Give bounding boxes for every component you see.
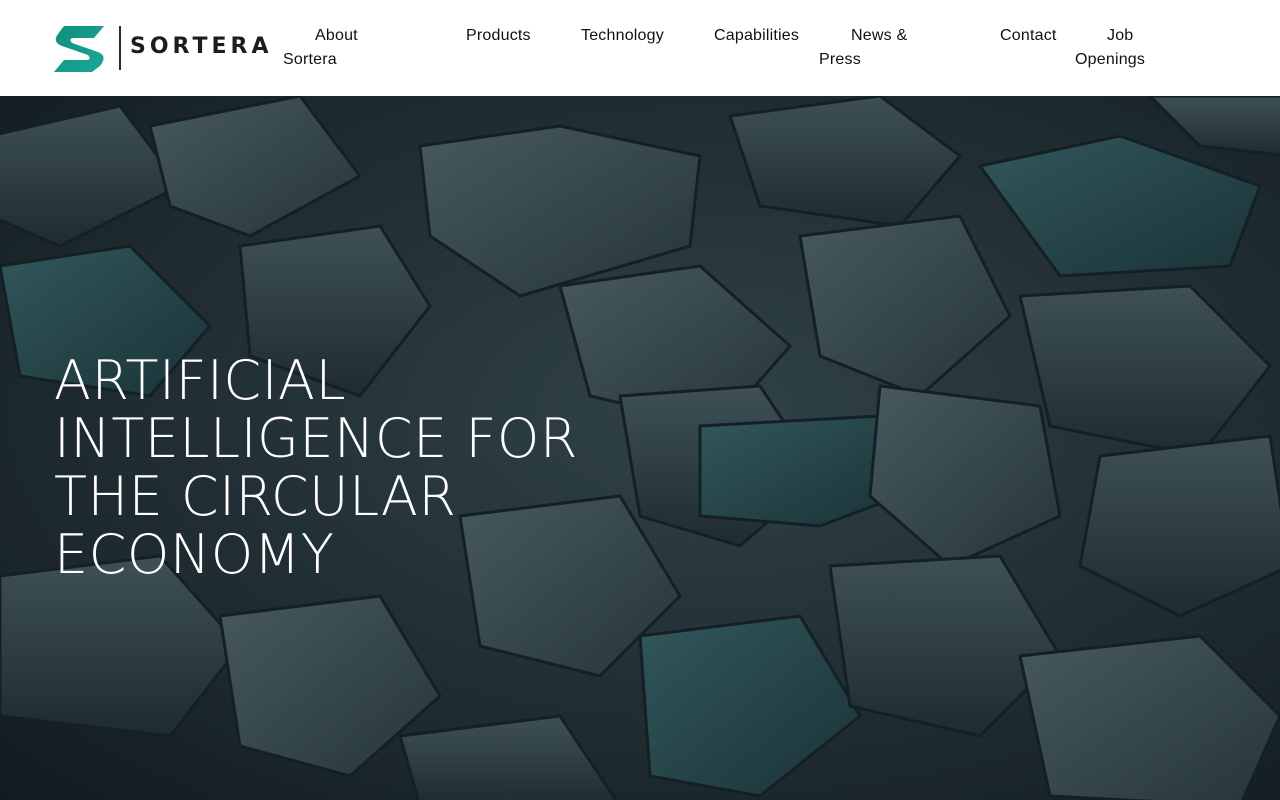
- nav-about-line2[interactable]: Sortera: [283, 48, 337, 72]
- nav-products[interactable]: Products: [466, 24, 531, 48]
- nav-technology[interactable]: Technology: [581, 24, 664, 48]
- hero-headline-line: ARTIFICIAL: [54, 349, 347, 412]
- hero-section: ARTIFICIAL INTELLIGENCE FOR THE CIRCULAR…: [0, 96, 1280, 800]
- nav-about-line1[interactable]: About: [315, 24, 358, 48]
- nav-jobs-line2[interactable]: Openings: [1075, 48, 1145, 72]
- nav-news-line1[interactable]: News &: [851, 24, 907, 48]
- nav-capabilities[interactable]: Capabilities: [714, 24, 799, 48]
- nav-jobs-line1[interactable]: Job: [1107, 24, 1133, 48]
- hero-headline-line: INTELLIGENCE FOR: [54, 407, 578, 470]
- sortera-logo[interactable]: SORTERA: [52, 22, 278, 74]
- nav-contact[interactable]: Contact: [1000, 24, 1057, 48]
- hero-headline: ARTIFICIAL INTELLIGENCE FOR THE CIRCULAR…: [54, 352, 614, 584]
- brand-wordmark: SORTERA: [130, 34, 273, 59]
- nav-news-line2[interactable]: Press: [819, 48, 861, 72]
- hero-headline-line: ECONOMY: [54, 523, 335, 586]
- hero-headline-line: THE CIRCULAR: [54, 465, 457, 528]
- site-header: SORTERA About Sortera Products Technolog…: [0, 0, 1280, 96]
